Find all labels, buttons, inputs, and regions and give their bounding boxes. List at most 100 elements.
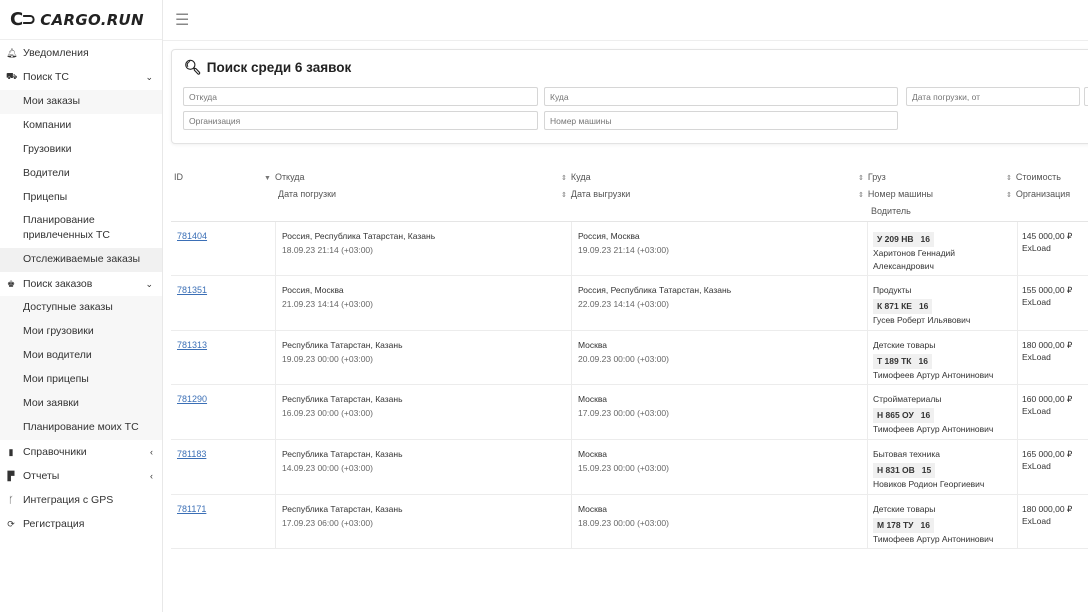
col-header-cargo[interactable]: ⇕ Груз	[858, 172, 886, 182]
col-header-driver[interactable]: Водитель	[871, 206, 911, 216]
menu-item-search-ts[interactable]: ⛟ Поиск ТС ⌄	[0, 69, 162, 85]
to-text: Москва	[578, 394, 608, 404]
submenu-item-planning-my-ts[interactable]: Планирование моих ТС	[0, 416, 162, 440]
table-header: ID ▼ Откуда Дата погрузки ⇕ Куда ⇕ Дата выг…	[171, 168, 1088, 222]
from-text: Россия, Республика Татарстан, Казань	[282, 231, 436, 241]
cargo-block: Продукты К 871 КЕ 16 Гусев Роберт Ильявов…	[873, 284, 970, 327]
load-date-text: 19.09.23 00:00 (+03:00)	[282, 354, 373, 364]
order-id-link[interactable]: 781404	[177, 231, 207, 241]
unload-date-text: 15.09.23 00:00 (+03:00)	[578, 463, 669, 473]
driver-name: Новиков Родион Георгиевич	[873, 479, 985, 489]
logo[interactable]: C⊃ CARGO.RUN	[0, 0, 162, 40]
cargo-text: Продукты	[873, 285, 912, 295]
submenu-item-my-drivers[interactable]: Мои водители	[0, 344, 162, 368]
cost-text: 180 000,00 ₽	[1022, 504, 1073, 514]
col-header-cost[interactable]: ⇕ Стоимость	[1006, 172, 1061, 182]
load-date-to-input[interactable]	[1084, 87, 1088, 106]
sort-icon: ⇕	[858, 175, 864, 182]
logo-icon: C⊃	[10, 9, 36, 30]
truck-plate: М 178 ТУ 16	[873, 518, 934, 533]
menu-item-notifications[interactable]: 🔔︎ Уведомления	[0, 45, 162, 61]
menu-item-label: Справочники	[23, 446, 87, 458]
sort-icon: ⇕	[561, 192, 567, 199]
menu-item-registration[interactable]: ⟳ Регистрация	[0, 516, 162, 532]
order-id-link[interactable]: 781183	[177, 449, 206, 459]
org-text: ExLoad	[1022, 406, 1051, 416]
cost-block: 180 000,00 ₽ ExLoad	[1022, 503, 1072, 527]
cost-text: 145 000,00 ₽	[1022, 231, 1073, 241]
from-text: Республика Татарстан, Казань	[282, 449, 403, 459]
submenu-item-my-trailers[interactable]: Мои прицепы	[0, 368, 162, 392]
logo-text: CARGO.RUN	[40, 10, 144, 29]
search-panel: 🔍︎ Поиск среди 6 заявок	[171, 49, 1088, 144]
submenu-item-companies[interactable]: Компании	[0, 114, 162, 138]
cargo-block: Детские товары Т 189 ТК 16 Тимофеев Артур…	[873, 339, 993, 382]
search-title-text: Поиск среди 6 заявок	[206, 60, 352, 75]
chevron-down-icon: ⌄	[145, 278, 153, 289]
truck-plate: У 209 НВ 16	[873, 232, 934, 247]
org-text: ExLoad	[1022, 297, 1051, 307]
chevron-left-icon: ‹	[150, 447, 153, 457]
cargo-text: Детские товары	[873, 504, 936, 514]
submenu-item-my-trucks[interactable]: Мои грузовики	[0, 320, 162, 344]
refresh-icon: ⟳	[7, 518, 15, 529]
organization-input[interactable]	[183, 111, 538, 130]
to-input[interactable]	[544, 87, 898, 106]
cost-text: 165 000,00 ₽	[1022, 449, 1073, 459]
flag-icon: ▛	[7, 470, 15, 481]
sort-icon: ⇕	[561, 175, 567, 182]
driver-name: Тимофеев Артур Антонинович	[873, 534, 994, 544]
org-text: ExLoad	[1022, 461, 1051, 471]
menu-item-reports[interactable]: ▛ Отчеты ‹	[0, 468, 162, 484]
chevron-left-icon: ‹	[150, 471, 153, 481]
from-input[interactable]	[183, 87, 538, 106]
col-header-org[interactable]: ⇕ Организация	[1006, 189, 1070, 199]
user-icon: ♚	[6, 278, 16, 289]
menu-item-references[interactable]: ▮ Справочники ‹	[0, 444, 162, 460]
col-header-from[interactable]: ▼ Откуда	[264, 172, 305, 182]
hamburger-menu-icon[interactable]: ☰	[175, 10, 189, 30]
menu-item-search-orders[interactable]: ♚ Поиск заказов ⌄	[0, 276, 162, 292]
cargo-block: Бытовая техника Н 831 ОВ 15 Новиков Родио…	[873, 448, 984, 491]
load-date-from-input[interactable]	[906, 87, 1080, 106]
col-header-truck[interactable]: ⇕ Номер машины	[858, 189, 933, 199]
cargo-text: Стройматериалы	[873, 394, 942, 404]
order-id-link[interactable]: 781290	[177, 394, 207, 404]
menu-item-gps[interactable]: ᚴ Интеграция с GPS	[0, 492, 162, 508]
col-header-id[interactable]: ID	[174, 172, 183, 182]
order-id-link[interactable]: 781313	[177, 340, 207, 350]
col-header-to[interactable]: ⇕ Куда	[561, 172, 591, 182]
submenu-item-planning-attracted[interactable]: Планирование привлеченных ТС	[0, 210, 162, 248]
submenu-item-tracked-orders[interactable]: Отслеживаемые заказы	[0, 248, 162, 272]
load-date-text: 21.09.23 14:14 (+03:00)	[282, 299, 373, 309]
cost-text: 155 000,00 ₽	[1022, 285, 1073, 295]
table-row: 781290 Республика Татарстан, Казань 16.0…	[171, 385, 1088, 440]
sort-icon: ⇕	[1006, 175, 1012, 182]
order-id-link[interactable]: 781351	[177, 285, 207, 295]
cost-text: 160 000,00 ₽	[1022, 394, 1073, 404]
submenu-item-my-orders[interactable]: Мои заказы	[0, 90, 162, 114]
chevron-down-icon: ⌄	[145, 71, 153, 82]
driver-name: Тимофеев Артур Антонинович	[873, 424, 994, 434]
menu-item-label: Поиск заказов	[23, 278, 93, 290]
submenu-item-my-requests[interactable]: Мои заявки	[0, 392, 162, 416]
table-row: 781351 Россия, Москва 21.09.23 14:14 (+0…	[171, 276, 1088, 331]
search-title: 🔍︎ Поиск среди 6 заявок	[184, 59, 351, 76]
cargo-block: Стройматериалы Н 865 ОУ 16 Тимофеев Артур…	[873, 393, 993, 436]
col-header-unload-date[interactable]: ⇕ Дата выгрузки	[561, 189, 630, 199]
unload-date-text: 17.09.23 00:00 (+03:00)	[578, 408, 669, 418]
load-date-text: 18.09.23 21:14 (+03:00)	[282, 245, 373, 255]
col-header-load-date[interactable]: Дата погрузки	[278, 189, 336, 199]
submenu-item-trucks[interactable]: Грузовики	[0, 138, 162, 162]
submenu-item-drivers[interactable]: Водители	[0, 162, 162, 186]
truck-number-input[interactable]	[544, 111, 898, 130]
menu-item-label: Поиск ТС	[23, 71, 70, 83]
submenu-item-trailers[interactable]: Прицепы	[0, 186, 162, 210]
search-icon: 🔍︎	[184, 59, 202, 75]
truck-plate: Н 831 ОВ 15	[873, 463, 936, 478]
truck-plate: Н 865 ОУ 16	[873, 408, 935, 423]
load-date-text: 16.09.23 00:00 (+03:00)	[282, 408, 373, 418]
order-id-link[interactable]: 781171	[177, 504, 206, 514]
submenu-item-available-orders[interactable]: Доступные заказы	[0, 296, 162, 320]
book-icon: ▮	[8, 446, 14, 457]
